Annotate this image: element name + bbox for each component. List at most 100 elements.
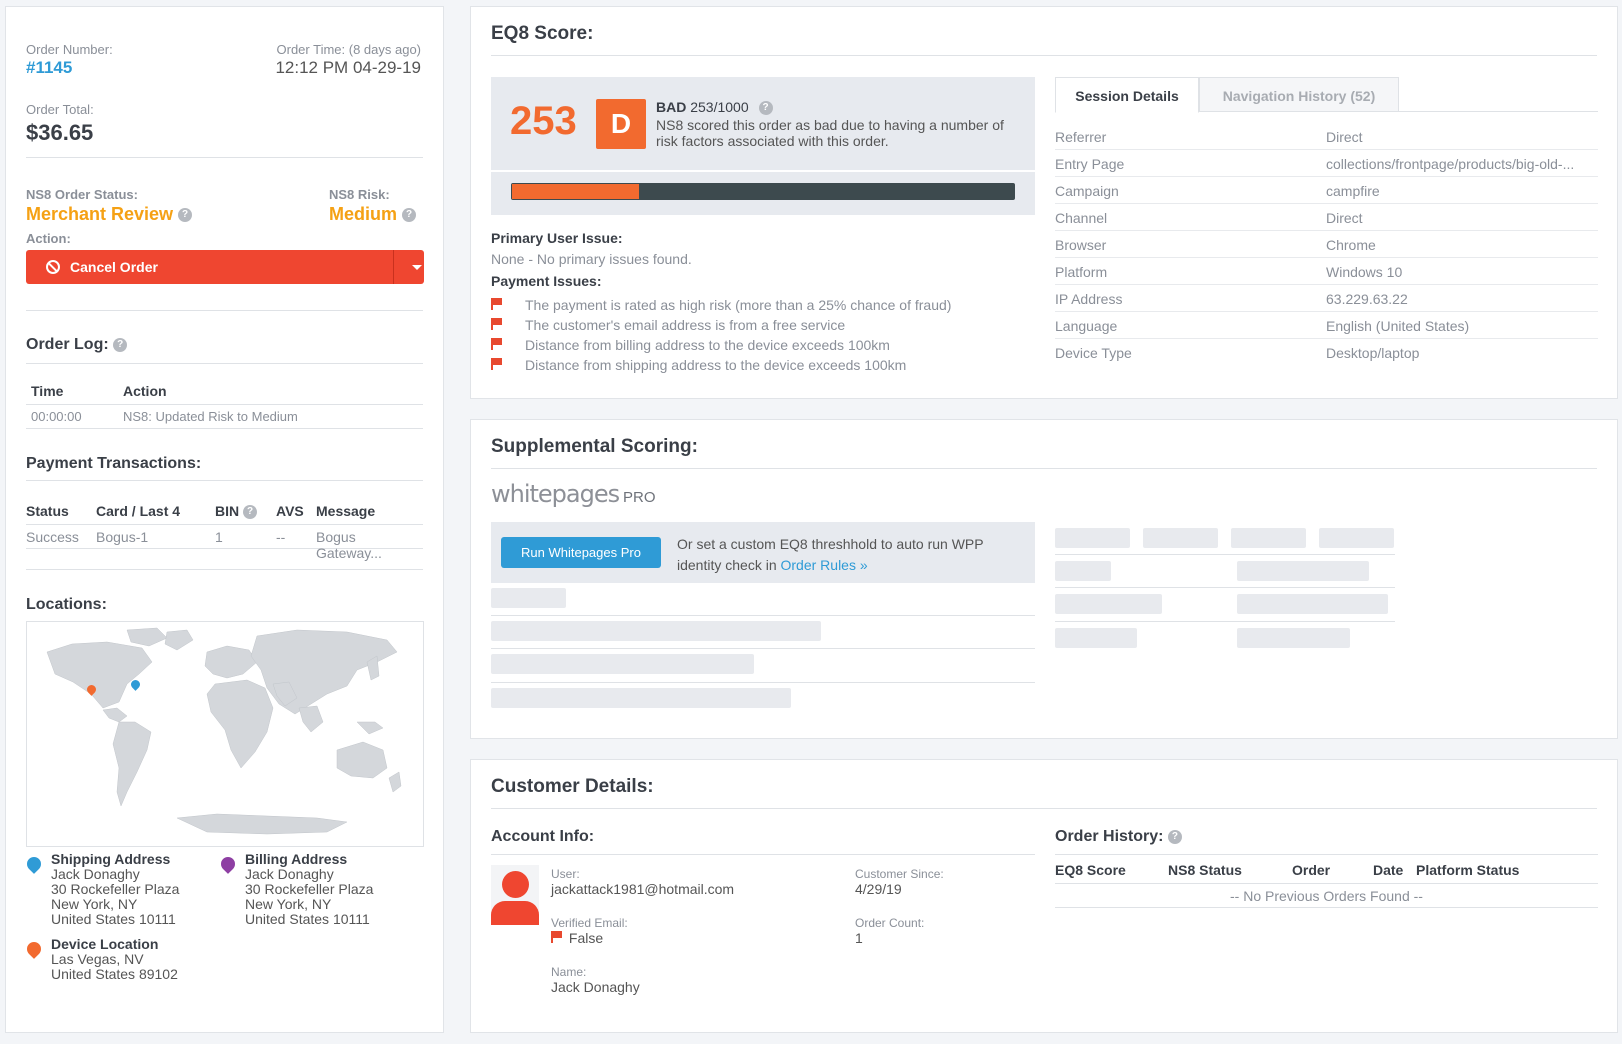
order-count-value: 1 [855, 930, 863, 946]
placeholder-bar [1055, 594, 1162, 614]
divider [491, 615, 1035, 616]
placeholder-bar [491, 621, 821, 641]
row-value: Chrome [1326, 237, 1376, 253]
account-info-title: Account Info: [491, 828, 595, 845]
placeholder-bar [1237, 628, 1350, 648]
row-value: collections/frontpage/products/big-old-.… [1326, 156, 1575, 172]
row-value: English (United States) [1326, 318, 1470, 334]
order-time: 12:12 PM 04-29-19 [275, 58, 421, 77]
table-row: Language English (United States) [1055, 312, 1598, 339]
order-log-header: Time Action [26, 383, 423, 405]
row-label: Campaign [1055, 183, 1119, 199]
divider [491, 55, 1597, 56]
help-icon[interactable]: ? [243, 505, 258, 520]
divider [26, 569, 423, 570]
cancel-order-button[interactable]: Cancel Order [26, 250, 424, 284]
address-line: United States 89102 [51, 966, 178, 982]
avatar-body [491, 901, 539, 925]
help-icon[interactable]: ? [402, 208, 417, 223]
score-bar-box [491, 172, 1035, 215]
table-row: Success Bogus-1 1 -- Bogus Gateway... [26, 525, 423, 561]
placeholder-bar [491, 654, 754, 674]
rating-value: 253/1000 [690, 99, 749, 115]
primary-issue-value: None - No primary issues found. [491, 251, 692, 267]
row-label: Channel [1055, 210, 1108, 226]
order-number-link[interactable]: #1145 [26, 58, 72, 78]
eq8-score-panel: EQ8 Score: 253 D BAD 253/1000 ? NS8 scor… [470, 6, 1618, 399]
table-cell: NS8: Updated Risk to Medium [123, 409, 298, 424]
column-header: Time [31, 383, 64, 399]
row-value: 63.229.63.22 [1326, 291, 1408, 307]
order-rules-link[interactable]: Order Rules » [781, 557, 868, 573]
divider [491, 648, 1035, 649]
payment-transactions-title: Payment Transactions: [26, 455, 202, 472]
flag-icon [491, 358, 502, 370]
divider [491, 808, 1597, 809]
issue-text: Distance from shipping address to the de… [525, 357, 907, 373]
address-line: United States 10111 [245, 911, 370, 927]
payments-header: Status Card / Last 4 BIN ? AVS Message [26, 503, 423, 525]
locations-title: Locations: [26, 596, 107, 613]
issue-text: The payment is rated as high risk (more … [525, 297, 952, 313]
ns8-status-text: Merchant Review [26, 204, 174, 224]
customer-since-value: 4/29/19 [855, 881, 902, 897]
address-line: Jack Donaghy [51, 866, 140, 882]
divider [1055, 587, 1395, 588]
divider [26, 310, 423, 311]
row-label: Language [1055, 318, 1118, 334]
divider [26, 363, 423, 364]
world-map-graphic [46, 627, 402, 835]
order-log-title: Order Log: ? [26, 336, 128, 354]
tab-session-details[interactable]: Session Details [1055, 77, 1199, 113]
action-label: Action: [26, 231, 71, 246]
column-header: NS8 Status [1168, 862, 1242, 878]
world-map[interactable] [26, 621, 424, 847]
order-count-label: Order Count: [855, 916, 925, 930]
address-line: Las Vegas, NV [51, 951, 144, 967]
verified-email-value: False [551, 930, 603, 946]
score-progress-bar [511, 183, 1015, 200]
device-location: Las Vegas, NV United States 89102 [51, 952, 178, 982]
run-whitepages-button[interactable]: Run Whitepages Pro [501, 537, 661, 568]
address-line: 30 Rockefeller Plaza [51, 881, 180, 897]
payment-issues-label: Payment Issues: [491, 273, 602, 289]
shipping-address-title: Shipping Address [51, 851, 171, 867]
placeholder-bar [1237, 594, 1388, 614]
list-item: The payment is rated as high risk (more … [491, 295, 951, 315]
whitepages-cta: Run Whitepages Pro Or set a custom EQ8 t… [491, 522, 1035, 583]
avatar-head [502, 871, 529, 898]
dropdown-toggle[interactable] [403, 259, 431, 275]
help-icon[interactable]: ? [758, 101, 773, 116]
help-icon[interactable]: ? [113, 337, 128, 352]
column-header: BIN [215, 503, 240, 519]
whitepages-pro-logo: whitepages PRO [491, 480, 656, 508]
primary-issue-label: Primary User Issue: [491, 230, 623, 246]
table-row: Entry Page collections/frontpage/products… [1055, 150, 1598, 177]
user-value: jackattack1981@hotmail.com [551, 881, 735, 897]
help-icon[interactable]: ? [1167, 829, 1182, 844]
caret-down-icon [412, 265, 422, 270]
cancel-order-label: Cancel Order [70, 259, 158, 275]
divider [393, 250, 394, 284]
table-row: IP Address 63.229.63.22 [1055, 285, 1598, 312]
row-value: Direct [1326, 129, 1363, 145]
table-row: Device Type Desktop/laptop [1055, 339, 1598, 366]
issue-text: The customer's email address is from a f… [525, 317, 846, 333]
address-line: New York, NY [245, 896, 332, 912]
map-pin-orange-icon [24, 939, 44, 959]
score-progress-fill [512, 184, 639, 199]
tab-navigation-history[interactable]: Navigation History (52) [1199, 77, 1399, 112]
name-label: Name: [551, 965, 587, 979]
billing-address: Jack Donaghy 30 Rockefeller Plaza New Yo… [245, 867, 373, 927]
billing-address-title: Billing Address [245, 851, 348, 867]
column-header: EQ8 Score [1055, 862, 1126, 878]
table-cell: -- [276, 529, 286, 545]
table-cell: Bogus-1 [96, 529, 149, 545]
placeholder-bar [1055, 528, 1130, 548]
eq8-score-value: 253 [510, 99, 577, 143]
order-log-title-text: Order Log: [26, 336, 109, 353]
help-icon[interactable]: ? [178, 208, 193, 223]
score-summary: 253 D BAD 253/1000 ? NS8 scored this ord… [491, 77, 1035, 170]
flag-icon [491, 298, 502, 310]
issue-text: Distance from billing address to the dev… [525, 337, 890, 353]
